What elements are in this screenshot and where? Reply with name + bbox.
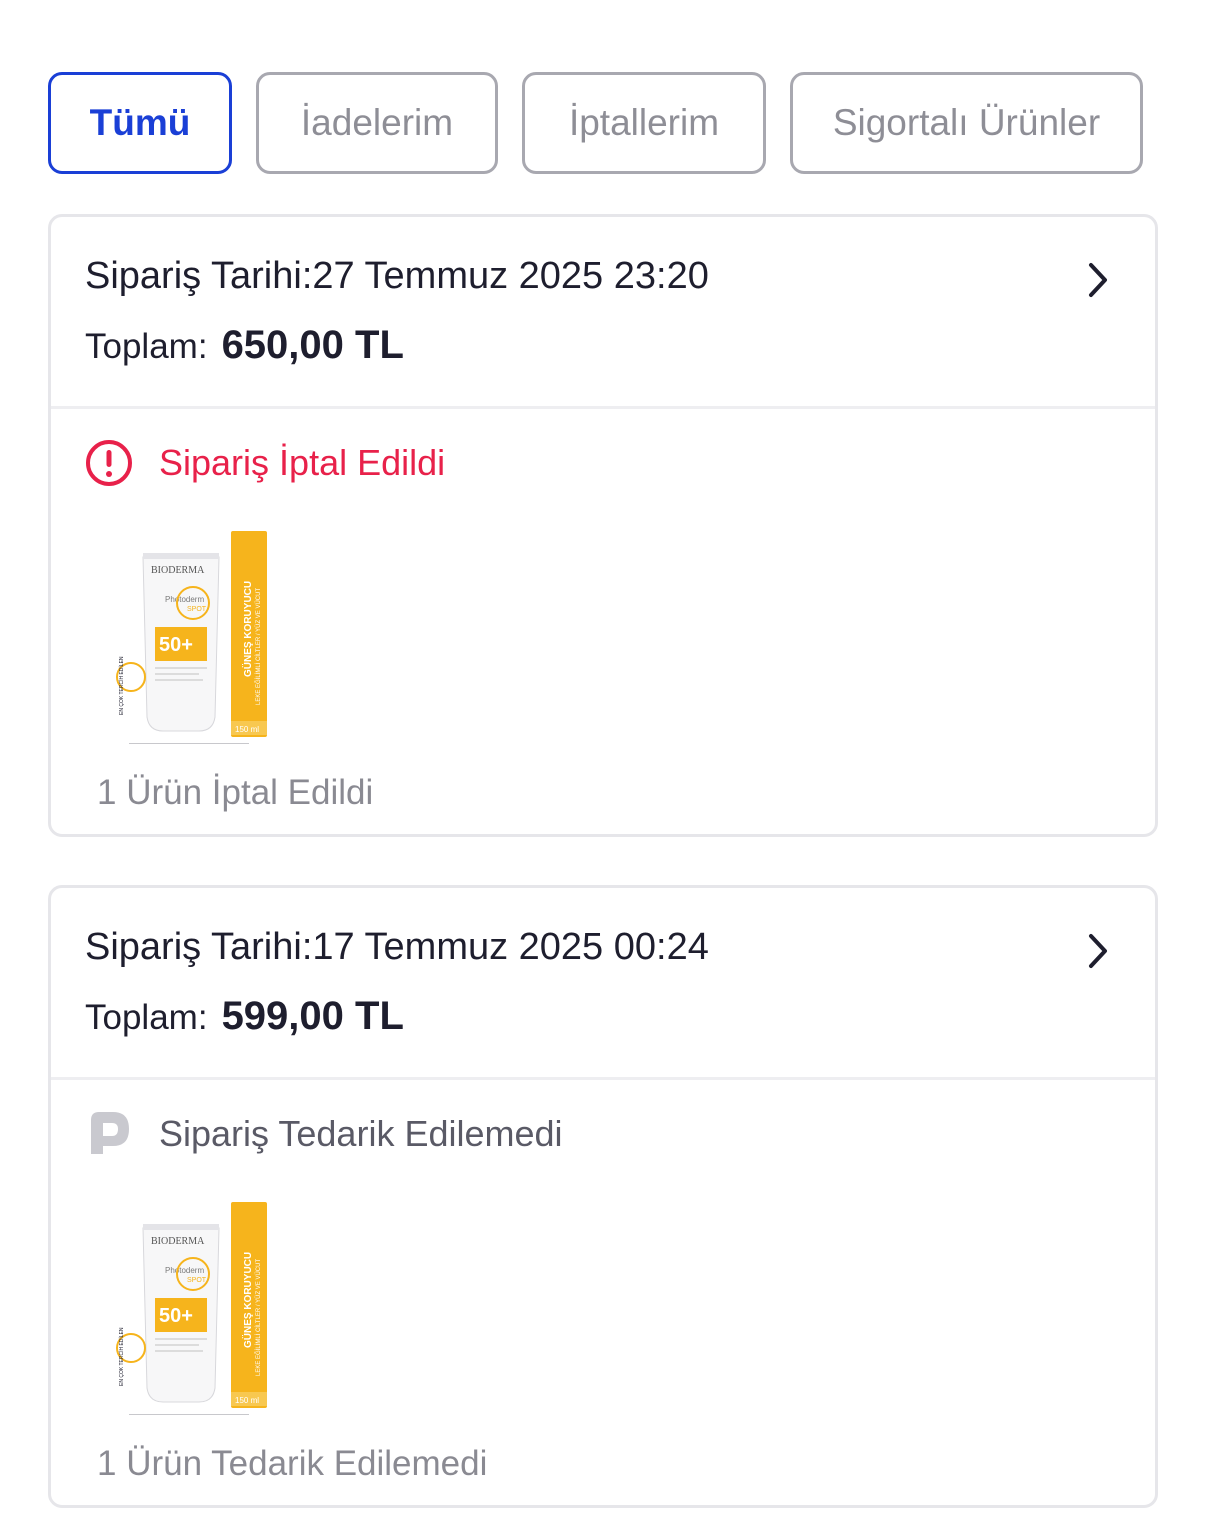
order-total-label: Toplam: <box>85 327 208 366</box>
order-item-summary: 1 Ürün Tedarik Edilemedi <box>97 1444 488 1483</box>
product-variant: SPOT <box>187 1277 207 1284</box>
order-total: Toplam: 650,00 TL <box>85 323 404 368</box>
product-name: Photoderm <box>165 1266 204 1275</box>
p-logo-icon <box>91 1112 129 1154</box>
product-side-title: GÜNEŞ KORUYUCU <box>241 1252 254 1348</box>
tab-insured-products[interactable]: Sigortalı Ürünler <box>790 72 1143 174</box>
product-spf: 50+ <box>159 634 193 656</box>
order-card[interactable]: Sipariş Tarihi:27 Temmuz 2025 23:20 Topl… <box>48 214 1158 837</box>
tab-returns[interactable]: İadelerim <box>256 72 498 174</box>
order-total: Toplam: 599,00 TL <box>85 994 404 1039</box>
product-badge-text: EN ÇOK TERCİH EDİLEN <box>118 656 125 715</box>
order-filter-tabs: Tümü İadelerim İptallerim Sigortalı Ürün… <box>48 72 1143 174</box>
product-name: Photoderm <box>165 595 204 604</box>
product-badge-text: EN ÇOK TERCİH EDİLEN <box>118 1327 125 1386</box>
order-card[interactable]: Sipariş Tarihi:17 Temmuz 2025 00:24 Topl… <box>48 885 1158 1508</box>
product-brand: BIODERMA <box>151 565 205 576</box>
product-side-subtitle: LEKE EĞİLİMLİ CİLTLER / YÜZ VE VÜCUT <box>255 1259 262 1376</box>
product-box-volume: 150 ml <box>235 725 259 734</box>
order-total-value: 599,00 TL <box>221 994 404 1038</box>
chevron-right-icon[interactable] <box>1083 261 1113 299</box>
order-header[interactable]: Sipariş Tarihi:27 Temmuz 2025 23:20 Topl… <box>51 217 1155 409</box>
order-status-text: Sipariş Tedarik Edilemedi <box>159 1113 563 1154</box>
order-status: Sipariş İptal Edildi <box>85 439 445 487</box>
order-date: Sipariş Tarihi:27 Temmuz 2025 23:20 <box>85 255 709 297</box>
product-thumbnail[interactable]: GÜNEŞ KORUYUCU LEKE EĞİLİMLİ CİLTLER / Y… <box>115 527 275 751</box>
order-item-summary: 1 Ürün İptal Edildi <box>97 773 374 812</box>
product-box-volume: 150 ml <box>235 1396 259 1405</box>
product-spf: 50+ <box>159 1305 193 1327</box>
order-status: Sipariş Tedarik Edilemedi <box>85 1110 563 1158</box>
order-status-text: Sipariş İptal Edildi <box>159 442 446 483</box>
tab-cancellations[interactable]: İptallerim <box>522 72 766 174</box>
order-total-value: 650,00 TL <box>221 323 404 367</box>
product-variant: SPOT <box>187 606 207 613</box>
product-side-title: GÜNEŞ KORUYUCU <box>241 581 254 677</box>
order-date: Sipariş Tarihi:17 Temmuz 2025 00:24 <box>85 926 709 968</box>
order-total-label: Toplam: <box>85 998 208 1037</box>
chevron-right-icon[interactable] <box>1083 932 1113 970</box>
product-thumbnail[interactable]: GÜNEŞ KORUYUCU LEKE EĞİLİMLİ CİLTLER / Y… <box>115 1198 275 1422</box>
alert-circle-icon <box>86 440 132 486</box>
tab-all[interactable]: Tümü <box>48 72 232 174</box>
top-heading-fragment-icon <box>640 0 712 8</box>
product-brand: BIODERMA <box>151 1236 205 1247</box>
product-side-subtitle: LEKE EĞİLİMLİ CİLTLER / YÜZ VE VÜCUT <box>255 588 262 705</box>
order-header[interactable]: Sipariş Tarihi:17 Temmuz 2025 00:24 Topl… <box>51 888 1155 1080</box>
